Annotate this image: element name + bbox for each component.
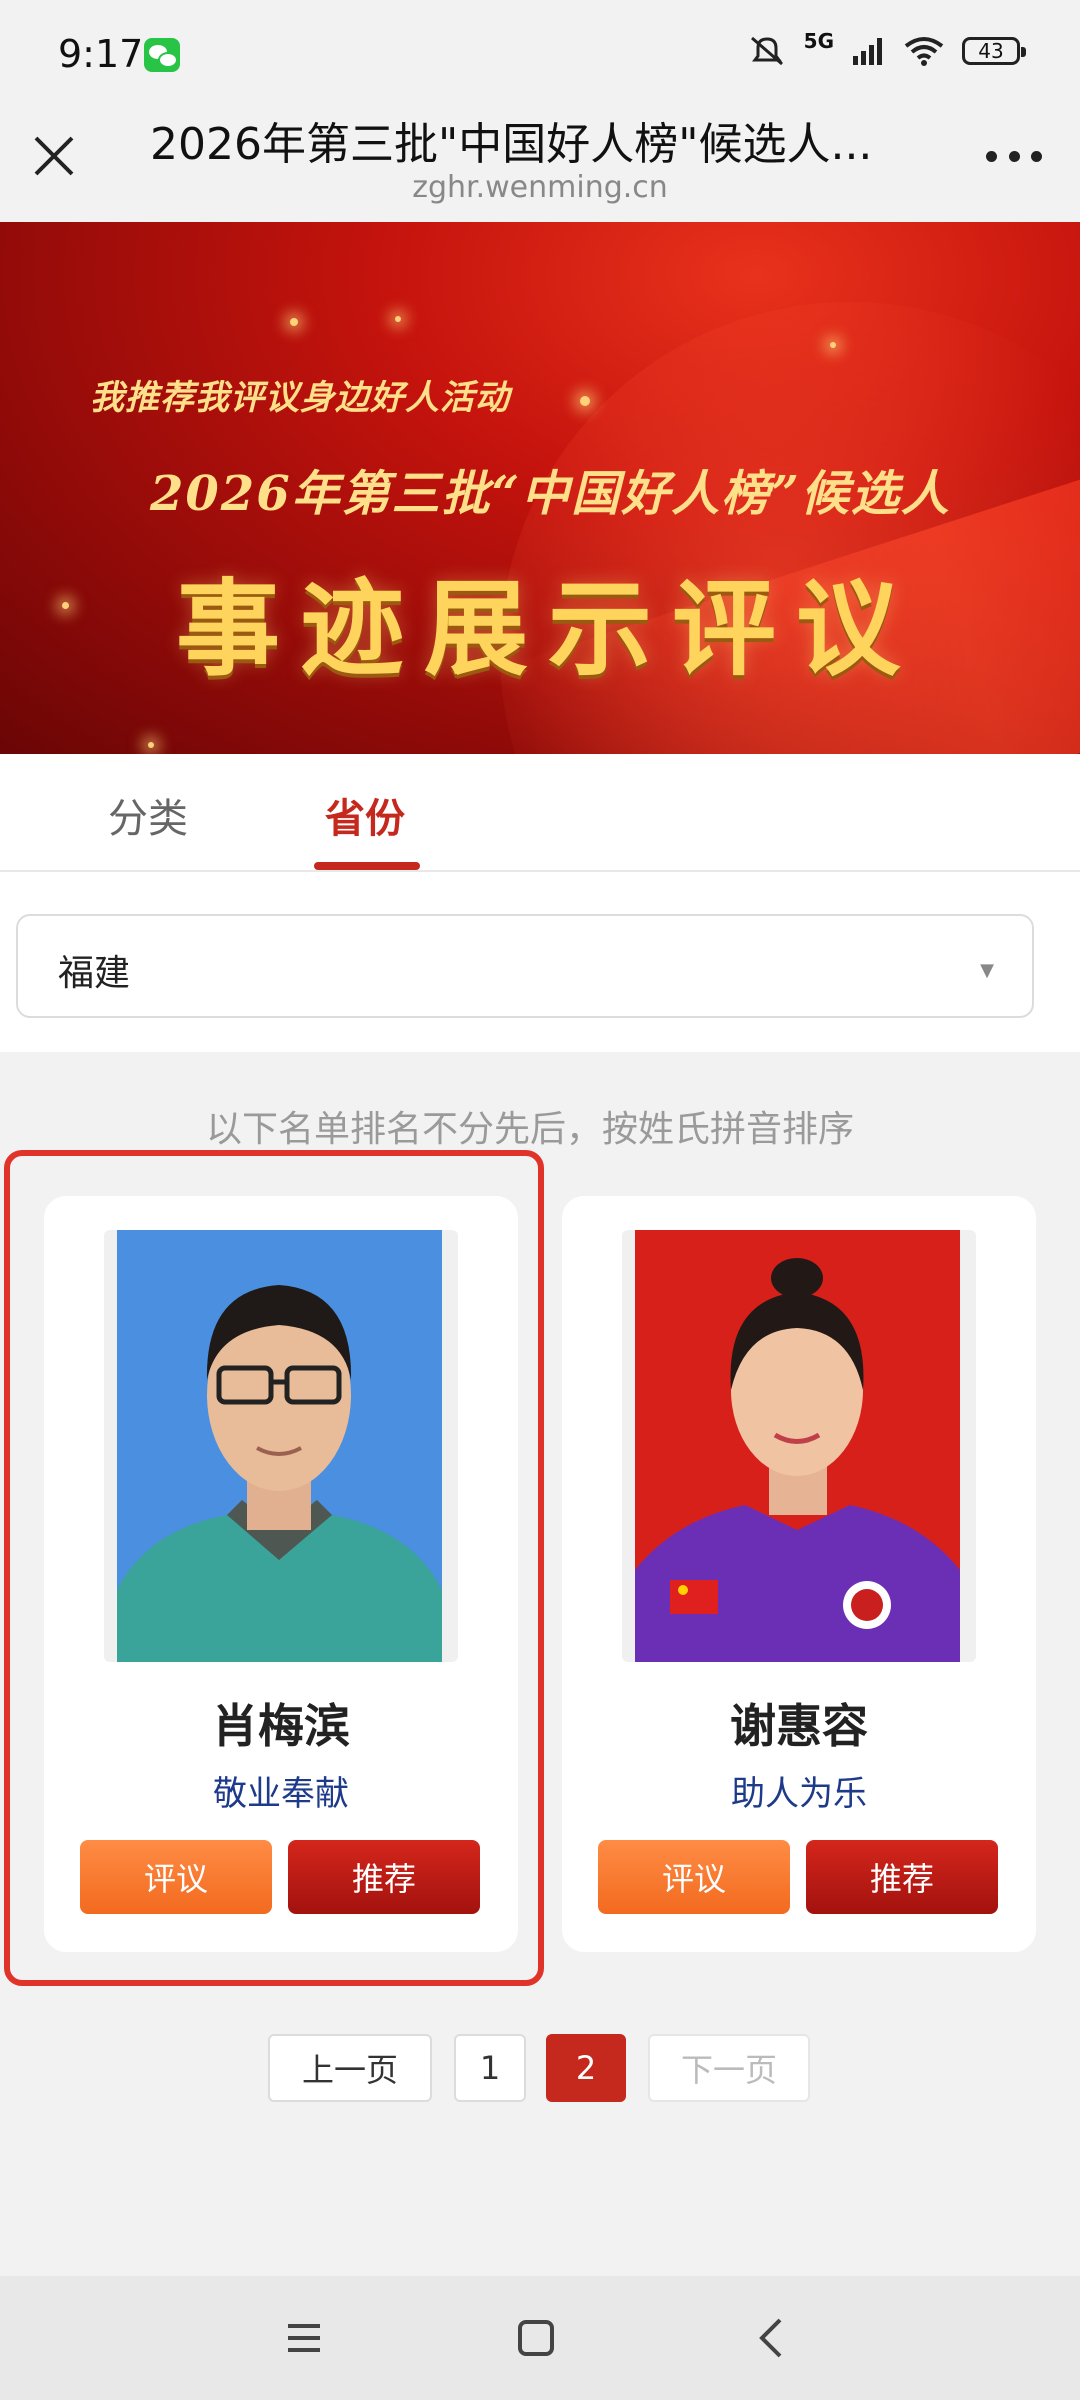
status-time: 9:17 (58, 32, 144, 76)
page-2-button[interactable]: 2 (546, 2034, 626, 2102)
candidate-category: 助人为乐 (731, 1774, 867, 1814)
dropdown-arrow-icon: ▼ (980, 960, 994, 981)
sparkle-decoration (830, 342, 836, 348)
candidate-photo[interactable] (622, 1230, 976, 1662)
sparkle-decoration (290, 318, 298, 326)
more-options-button[interactable] (986, 148, 1042, 164)
province-select-value: 福建 (58, 953, 131, 994)
browser-title-bar: 2026年第三批"中国好人榜"候选人... zghr.wenming.cn (0, 100, 1080, 222)
sparkle-decoration (62, 602, 69, 609)
tab-province[interactable]: 省份 (325, 786, 405, 844)
back-icon[interactable] (748, 2314, 796, 2362)
banner-headline: 事迹展示评议 (176, 567, 921, 690)
sparkle-decoration (580, 396, 590, 406)
page-url: zghr.wenming.cn (412, 170, 668, 205)
selection-highlight (4, 1150, 544, 1986)
signal-icon (852, 36, 886, 66)
candidate-name: 谢惠容 (730, 1699, 868, 1753)
recent-apps-icon[interactable] (280, 2314, 328, 2362)
banner-title: 2026年第三批“中国好人榜”候选人 (150, 466, 951, 522)
close-icon[interactable] (28, 130, 80, 182)
battery-icon: 43 (962, 37, 1026, 65)
banner-subtitle: 我推荐我评议身边好人活动 (90, 378, 510, 418)
province-select[interactable]: 福建 ▼ (16, 914, 1034, 1018)
candidate-portrait-image (635, 1230, 960, 1662)
active-tab-indicator (314, 862, 420, 870)
page-1-button[interactable]: 1 (454, 2034, 526, 2102)
candidate-card[interactable]: 谢惠容 助人为乐 评议 推荐 (562, 1196, 1036, 1952)
next-page-button: 下一页 (648, 2034, 810, 2102)
status-icons: 5G 43 (748, 29, 1026, 68)
system-nav-bar (0, 2276, 1080, 2400)
mute-icon (748, 34, 786, 68)
status-bar: 9:17 5G 43 (0, 0, 1080, 100)
comment-button[interactable]: 评议 (598, 1840, 790, 1914)
ranking-note: 以下名单排名不分先后，按姓氏拼音排序 (205, 1109, 854, 1150)
recommend-button[interactable]: 推荐 (806, 1840, 998, 1914)
event-banner: 我推荐我评议身边好人活动 2026年第三批“中国好人榜”候选人 事迹展示评议 (0, 222, 1080, 754)
home-icon[interactable] (512, 2314, 560, 2362)
prev-page-button[interactable]: 上一页 (268, 2034, 432, 2102)
tab-category[interactable]: 分类 (108, 786, 188, 844)
battery-level: 43 (978, 39, 1004, 63)
sparkle-decoration (395, 316, 401, 322)
wifi-icon (904, 36, 944, 66)
wechat-notification-icon (144, 38, 180, 72)
page-title: 2026年第三批"中国好人榜"候选人... (150, 119, 873, 170)
filter-tabs: 分类 省份 (0, 754, 1080, 872)
sparkle-decoration (148, 742, 154, 748)
province-filter-section: 福建 ▼ (0, 872, 1080, 1052)
network-type: 5G (803, 29, 834, 53)
